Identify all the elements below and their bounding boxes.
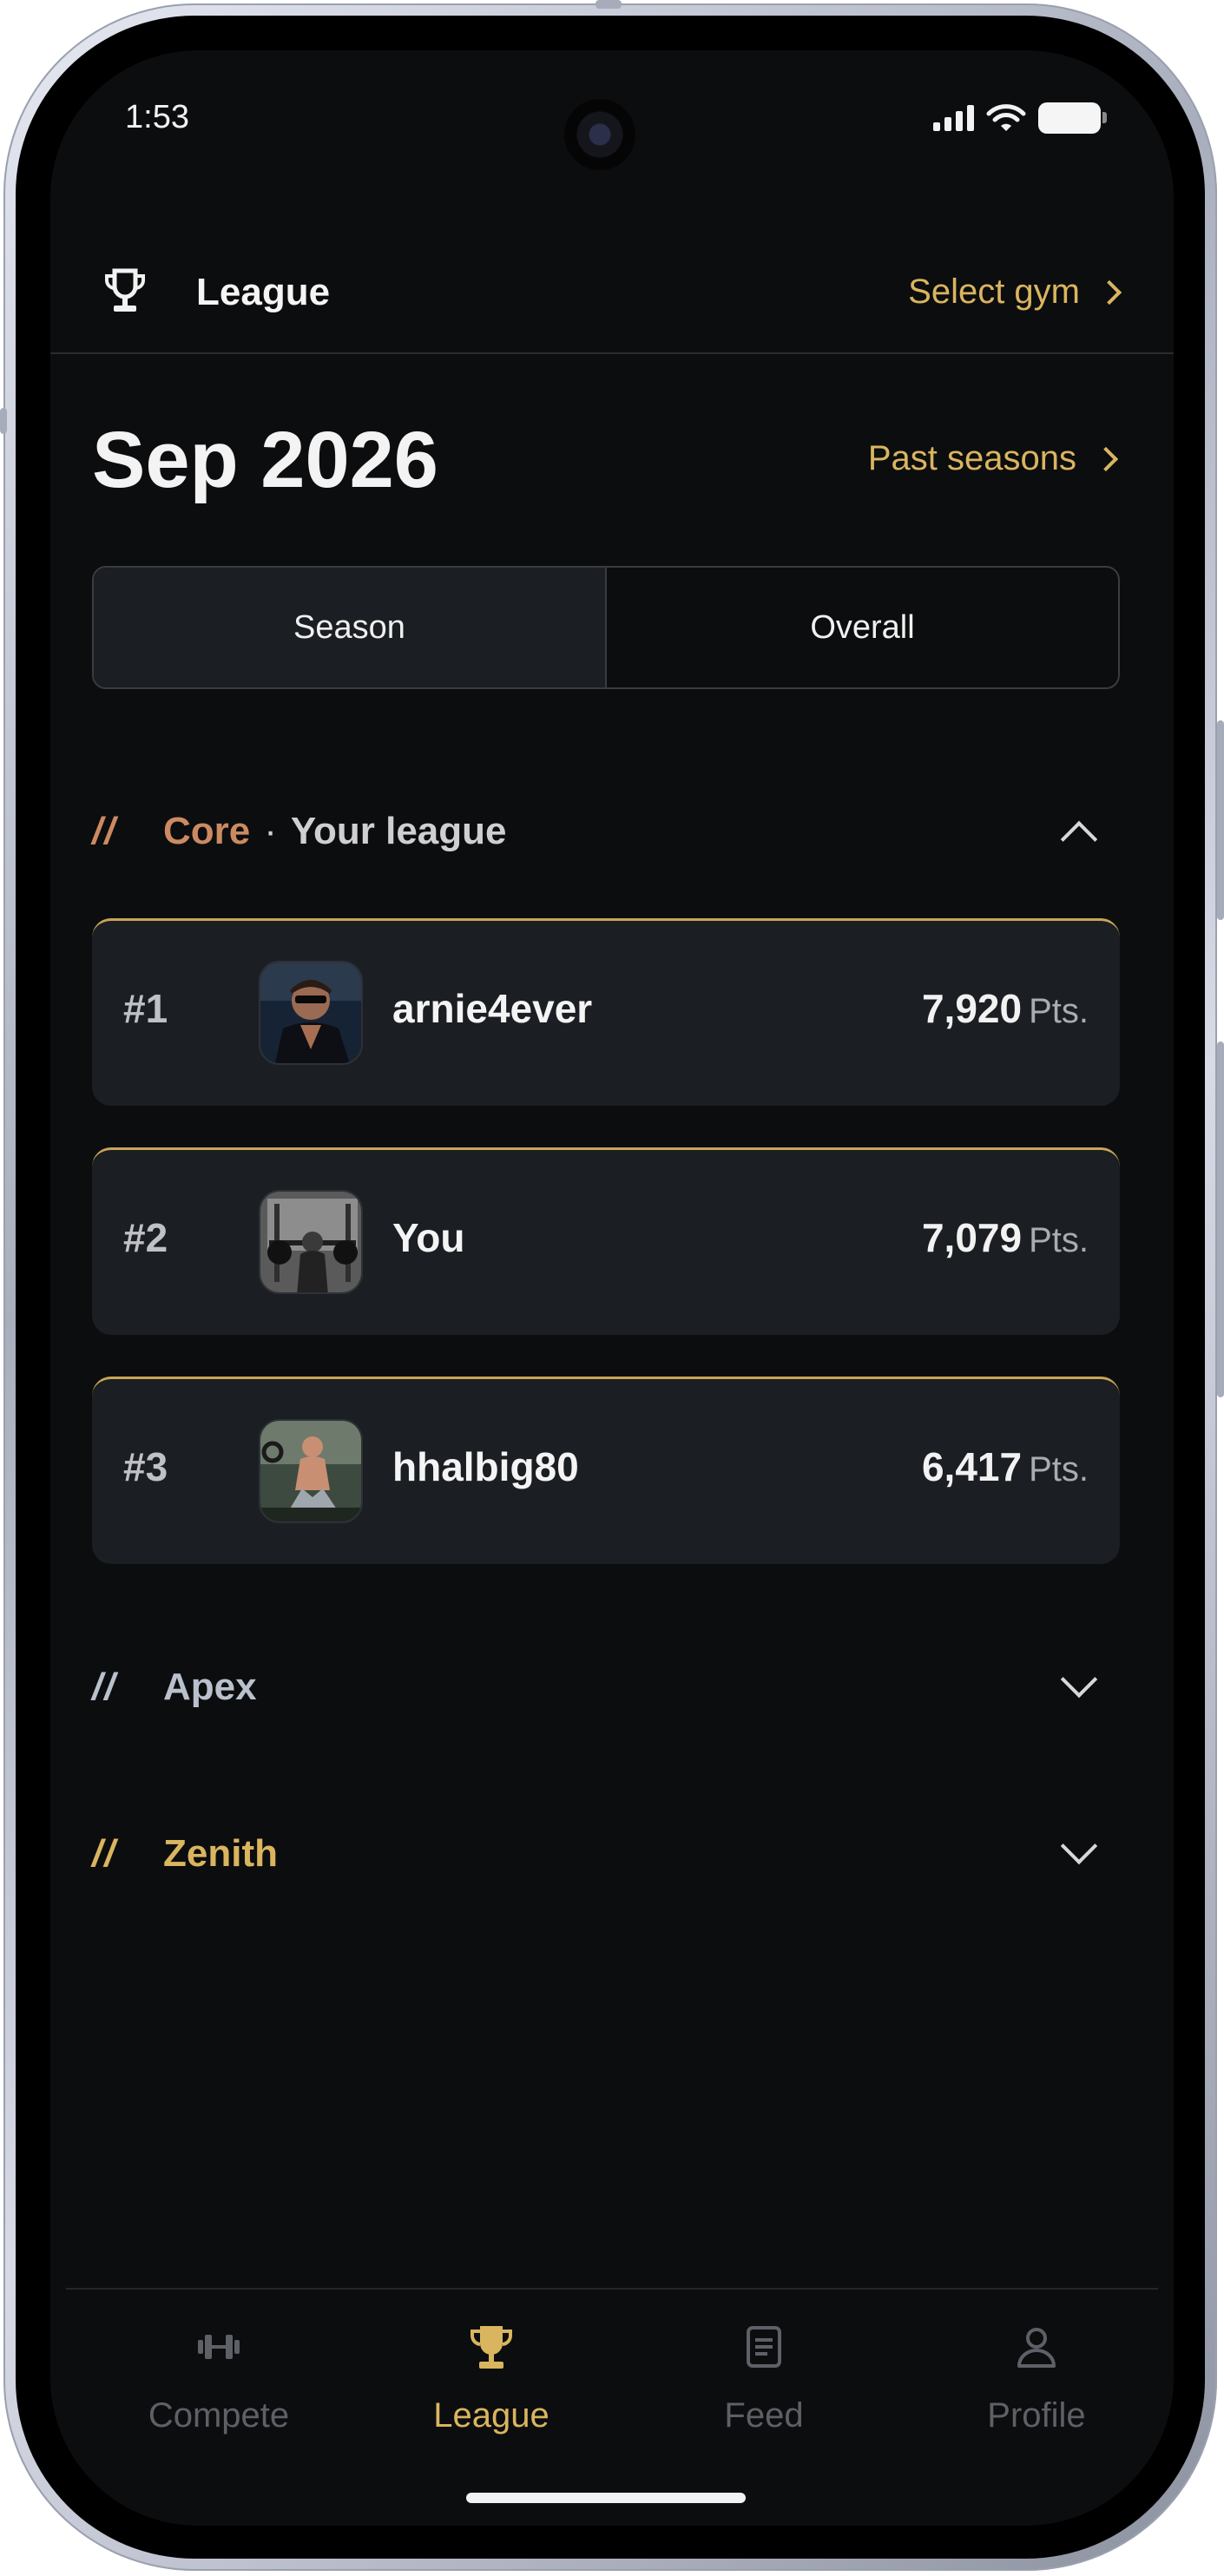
league-slashes: // (92, 1832, 117, 1875)
bottom-tab-bar: Compete League Feed Profile (66, 2288, 1158, 2526)
tab-feed[interactable]: Feed (634, 2321, 894, 2435)
status-time: 1:53 (125, 99, 189, 135)
player-name: hhalbig80 (392, 1444, 579, 1489)
your-league-label: Your league (290, 810, 507, 852)
tab-profile[interactable]: Profile (906, 2321, 1167, 2435)
tab-compete-label: Compete (148, 2396, 290, 2435)
battery-icon (1038, 102, 1107, 134)
home-indicator[interactable] (466, 2493, 746, 2503)
league-separator: · (264, 810, 277, 852)
chevron-up-icon (1060, 820, 1098, 858)
avatar-hhalbig80 (259, 1419, 363, 1523)
app-screen: 1:53 League Select gym Sep 2026 Past sea… (50, 50, 1174, 2526)
status-icons (933, 102, 1107, 134)
player-name: You (392, 1215, 465, 1260)
wifi-icon (986, 104, 1026, 131)
person-icon (1017, 2328, 1056, 2368)
points-unit: Pts. (1029, 1221, 1089, 1259)
chevron-right-icon (1093, 446, 1119, 471)
select-gym-label: Select gym (908, 273, 1080, 311)
league-slashes: // (92, 1666, 117, 1708)
points-unit: Pts. (1029, 1450, 1089, 1488)
ranking-card-1[interactable]: #1 arnie4ever 7,920 Pts. (92, 918, 1120, 1106)
status-bar: 1:53 (50, 50, 1174, 189)
rank-number: #3 (123, 1444, 168, 1489)
side-button-left (0, 408, 7, 434)
chevron-down-icon (1060, 1827, 1098, 1865)
rank-number: #2 (123, 1215, 168, 1260)
tab-profile-label: Profile (987, 2396, 1086, 2435)
front-camera (564, 99, 635, 170)
league-name-core: Core (163, 810, 251, 852)
ranking-card-3[interactable]: #3 hhalbig80 6,417 Pts. (92, 1377, 1120, 1564)
league-name-apex: Apex (163, 1666, 257, 1708)
season-title: Sep 2026 (92, 416, 438, 504)
trophy-icon (105, 268, 145, 312)
points-value: 6,417 (921, 1444, 1023, 1489)
side-button-right-2 (1217, 1042, 1224, 1397)
tab-league-label: League (433, 2396, 549, 2435)
tab-feed-label: Feed (724, 2396, 804, 2435)
past-seasons-link[interactable]: Past seasons (868, 439, 1122, 478)
chevron-right-icon (1096, 279, 1122, 305)
document-icon (747, 2326, 781, 2368)
season-overall-toggle: Season Overall (92, 566, 1120, 689)
top-bar: League Select gym (50, 241, 1174, 354)
tab-season[interactable]: Season (94, 568, 607, 687)
points-unit: Pts. (1029, 992, 1089, 1030)
side-button-top (596, 0, 622, 9)
league-header-core[interactable]: // Core · Your league (92, 797, 1132, 866)
points-value: 7,920 (921, 986, 1023, 1031)
tab-compete[interactable]: Compete (89, 2321, 349, 2435)
tab-overall[interactable]: Overall (607, 568, 1118, 687)
player-name: arnie4ever (392, 986, 593, 1031)
avatar-you (259, 1190, 363, 1294)
tab-league[interactable]: League (361, 2321, 622, 2435)
chevron-down-icon (1060, 1660, 1098, 1699)
ranking-card-2[interactable]: #2 You 7,079 Pts. (92, 1147, 1120, 1335)
player-points: 7,920 Pts. (922, 985, 1089, 1032)
player-points: 7,079 Pts. (922, 1214, 1089, 1261)
signal-icon (933, 105, 974, 131)
avatar-arnie4ever (259, 961, 363, 1065)
league-header-apex[interactable]: // Apex (92, 1653, 1132, 1722)
player-points: 6,417 Pts. (922, 1443, 1089, 1490)
rank-number: #1 (123, 986, 168, 1031)
past-seasons-label: Past seasons (867, 439, 1076, 477)
side-button-right-1 (1217, 720, 1224, 920)
trophy-icon (470, 2326, 513, 2369)
select-gym-link[interactable]: Select gym (908, 273, 1125, 312)
league-name-zenith: Zenith (163, 1832, 278, 1875)
dumbbell-icon (198, 2335, 240, 2359)
league-header-zenith[interactable]: // Zenith (92, 1819, 1132, 1889)
page-title: League (196, 271, 331, 313)
league-slashes: // (92, 810, 117, 852)
points-value: 7,079 (921, 1215, 1023, 1260)
